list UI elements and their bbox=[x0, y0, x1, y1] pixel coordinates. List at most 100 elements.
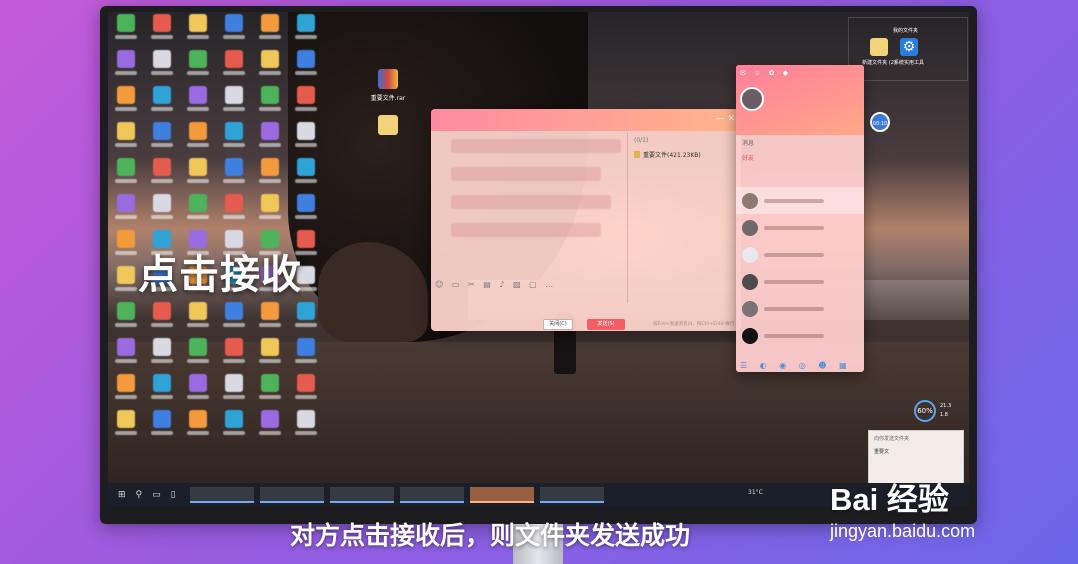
windows-start-icon[interactable]: ⊞ bbox=[118, 490, 126, 500]
qq-bottom-toolbar[interactable]: ☰ ◐ ◉ ◎ ☻ ▦ bbox=[740, 361, 852, 370]
taskbar-app[interactable] bbox=[189, 486, 254, 503]
chat-toolbar[interactable]: ☺ ▭ ✂ ▤ ♪ ▧ ▢ … bbox=[435, 280, 556, 289]
taskbar-app-active[interactable] bbox=[469, 486, 534, 503]
desktop-shortcut[interactable] bbox=[146, 50, 178, 86]
list-item[interactable] bbox=[736, 322, 864, 349]
taskbar-app[interactable] bbox=[259, 486, 324, 503]
send-button[interactable]: 发送(S) bbox=[587, 319, 625, 330]
tab-friends[interactable]: 好友 bbox=[736, 150, 864, 165]
desktop-shortcut[interactable] bbox=[218, 374, 250, 410]
desktop-shortcut[interactable] bbox=[254, 374, 286, 410]
close-button[interactable]: 关闭(C) bbox=[543, 319, 573, 330]
desktop-shortcut[interactable] bbox=[290, 50, 322, 86]
desktop-shortcut[interactable] bbox=[218, 86, 250, 122]
transfer-file-item[interactable]: 重要文件(421.23KB) bbox=[628, 148, 739, 161]
desktop-shortcut[interactable] bbox=[290, 410, 322, 446]
desktop-shortcut[interactable] bbox=[218, 410, 250, 446]
search-icon[interactable]: ⚲ bbox=[136, 490, 143, 500]
window-controls[interactable]: — ✕ bbox=[716, 114, 735, 124]
desktop-shortcut[interactable] bbox=[254, 302, 286, 338]
desktop-shortcut[interactable] bbox=[182, 14, 214, 50]
desktop-shortcut[interactable] bbox=[290, 338, 322, 374]
desktop-shortcut[interactable] bbox=[182, 338, 214, 374]
desktop-shortcut[interactable] bbox=[290, 374, 322, 410]
desktop-shortcut[interactable] bbox=[182, 158, 214, 194]
taskbar-app[interactable] bbox=[329, 486, 394, 503]
desktop-shortcut[interactable] bbox=[254, 86, 286, 122]
desktop-shortcut[interactable] bbox=[218, 302, 250, 338]
desktop-shortcut[interactable] bbox=[182, 122, 214, 158]
app-icon bbox=[225, 338, 243, 356]
desktop-shortcut[interactable] bbox=[146, 122, 178, 158]
taskbar-app[interactable] bbox=[399, 486, 464, 503]
desktop-shortcut[interactable] bbox=[146, 302, 178, 338]
desktop-shortcut[interactable] bbox=[110, 50, 142, 86]
desktop-shortcut[interactable] bbox=[290, 122, 322, 158]
desktop-shortcut[interactable] bbox=[218, 338, 250, 374]
desktop-shortcut[interactable] bbox=[218, 158, 250, 194]
desktop-shortcut[interactable] bbox=[182, 302, 214, 338]
system-tools-item[interactable]: ⚙ 系统实用工具 bbox=[879, 38, 939, 66]
task-view-icon[interactable]: ▭ bbox=[152, 490, 161, 500]
desktop-shortcut[interactable] bbox=[254, 194, 286, 230]
file-icon[interactable]: ▯ bbox=[171, 490, 176, 500]
desktop-shortcut[interactable] bbox=[182, 50, 214, 86]
desktop-shortcut[interactable] bbox=[146, 338, 178, 374]
desktop-file-rar[interactable]: 重要文件.rar bbox=[358, 69, 418, 102]
list-item[interactable] bbox=[736, 214, 864, 241]
desktop-shortcut[interactable] bbox=[110, 122, 142, 158]
list-item[interactable] bbox=[736, 187, 864, 214]
desktop-shortcut[interactable] bbox=[254, 410, 286, 446]
avatar[interactable] bbox=[740, 87, 764, 111]
desktop-shortcut[interactable] bbox=[146, 194, 178, 230]
taskbar-app[interactable] bbox=[539, 486, 604, 503]
chat-message bbox=[451, 195, 611, 209]
desktop-shortcut[interactable] bbox=[290, 194, 322, 230]
app-icon bbox=[189, 410, 207, 428]
list-item[interactable] bbox=[736, 241, 864, 268]
desktop-shortcut[interactable] bbox=[290, 158, 322, 194]
desktop-shortcut[interactable] bbox=[110, 158, 142, 194]
desktop-shortcut[interactable] bbox=[218, 50, 250, 86]
desktop-screen: 点击接收 重要文件.rar 我的文件夹 新建文件夹 (2) ⚙ 系统实用工具 0… bbox=[108, 12, 969, 506]
desktop-shortcut[interactable] bbox=[110, 374, 142, 410]
download-speed: 1.8 bbox=[940, 412, 948, 418]
recording-timer[interactable]: 00:10 bbox=[870, 112, 890, 132]
desktop-shortcut[interactable] bbox=[182, 86, 214, 122]
qq-header-icons[interactable]: ✉ ☆ ✿ ◆ bbox=[740, 69, 791, 77]
desktop-shortcut[interactable] bbox=[218, 194, 250, 230]
desktop-shortcut[interactable] bbox=[146, 14, 178, 50]
desktop-shortcut[interactable] bbox=[110, 410, 142, 446]
desktop-shortcut[interactable] bbox=[218, 122, 250, 158]
desktop-shortcut[interactable] bbox=[146, 374, 178, 410]
desktop-shortcut[interactable] bbox=[110, 338, 142, 374]
list-item[interactable] bbox=[736, 295, 864, 322]
desktop-shortcut[interactable] bbox=[182, 374, 214, 410]
desktop-shortcut[interactable] bbox=[110, 86, 142, 122]
desktop-shortcut[interactable] bbox=[110, 14, 142, 50]
desktop-shortcut[interactable] bbox=[218, 14, 250, 50]
shortcut-label bbox=[295, 359, 317, 363]
app-icon bbox=[117, 194, 135, 212]
desktop-shortcut[interactable] bbox=[254, 158, 286, 194]
tab-messages[interactable]: 消息 bbox=[736, 135, 864, 150]
desktop-shortcut[interactable] bbox=[290, 14, 322, 50]
network-gauge[interactable]: 60% bbox=[914, 400, 936, 422]
desktop-shortcut[interactable] bbox=[254, 122, 286, 158]
desktop-shortcut[interactable] bbox=[290, 86, 322, 122]
list-item[interactable] bbox=[736, 268, 864, 295]
weather-indicator[interactable]: 31°C bbox=[748, 489, 763, 496]
desktop-shortcut[interactable] bbox=[254, 50, 286, 86]
desktop-shortcut[interactable] bbox=[146, 410, 178, 446]
desktop-file-folder[interactable] bbox=[358, 115, 418, 139]
desktop-shortcut[interactable] bbox=[146, 158, 178, 194]
desktop-shortcut[interactable] bbox=[110, 194, 142, 230]
app-icon bbox=[117, 230, 135, 248]
desktop-shortcut[interactable] bbox=[254, 14, 286, 50]
desktop-shortcut[interactable] bbox=[182, 410, 214, 446]
desktop-shortcut[interactable] bbox=[110, 302, 142, 338]
desktop-shortcut[interactable] bbox=[182, 194, 214, 230]
desktop-shortcut[interactable] bbox=[290, 302, 322, 338]
desktop-shortcut[interactable] bbox=[254, 338, 286, 374]
desktop-shortcut[interactable] bbox=[146, 86, 178, 122]
